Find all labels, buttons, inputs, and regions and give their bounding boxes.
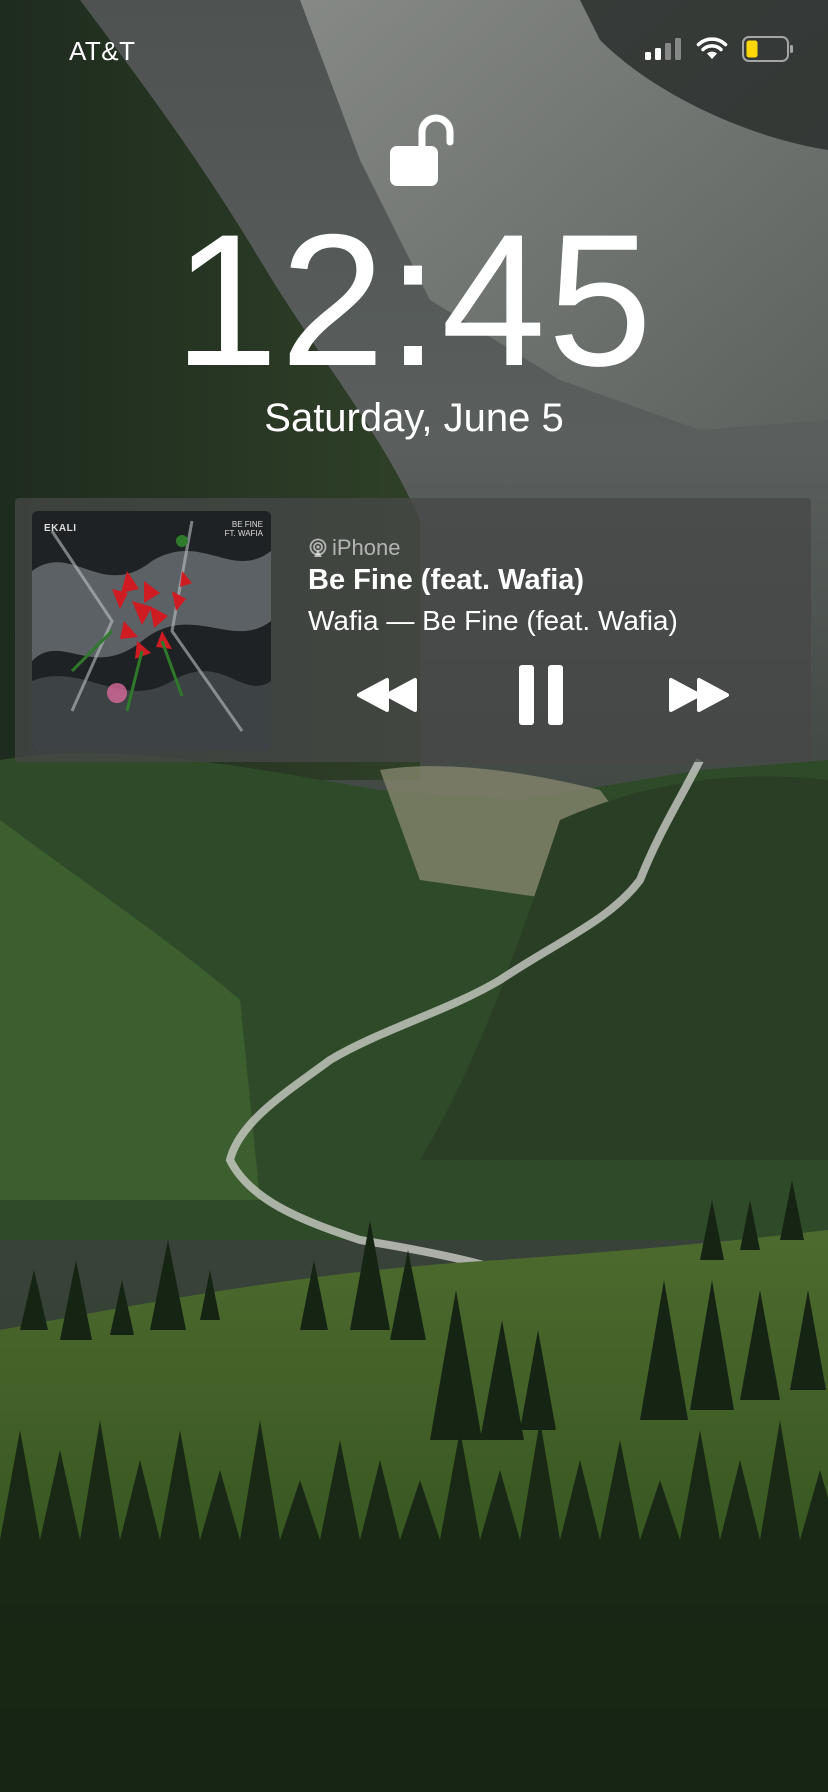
pause-button[interactable] [515,662,567,728]
airplay-audio-icon [309,538,327,557]
album-art-title-text: BE FINE FT. WAFIA [224,520,263,538]
clock-date: Saturday, June 5 [264,396,564,440]
pause-icon [519,665,563,725]
unlocked-padlock-icon [390,114,454,186]
song-artist-album: Wafia — Be Fine (feat. Wafia) [308,605,678,636]
rewind-icon [357,678,417,712]
status-icons [644,36,794,62]
album-art-artist-text: EKALI [44,523,77,534]
wifi-icon [696,37,728,59]
cellular-signal-icon [645,38,681,60]
song-title: Be Fine (feat. Wafia) [308,564,585,596]
lock-screen: AT&T 12:45 Saturday, June 5 EKALI BE FIN… [0,0,828,1792]
fast-forward-button[interactable] [665,670,733,720]
rewind-button[interactable] [353,670,421,720]
battery-icon [742,36,793,62]
carrier-label: AT&T [69,36,136,66]
output-device-label: iPhone [332,535,401,560]
fast-forward-icon [669,678,729,712]
status-bar: AT&T [0,0,828,100]
clock-time: 12:45 [173,195,655,405]
album-art-image [32,511,271,750]
album-artwork[interactable]: EKALI BE FINE FT. WAFIA [32,511,271,750]
now-playing-widget[interactable]: EKALI BE FINE FT. WAFIA iPhone Be Fine (… [15,498,811,762]
audio-output-route[interactable]: iPhone [308,535,401,561]
